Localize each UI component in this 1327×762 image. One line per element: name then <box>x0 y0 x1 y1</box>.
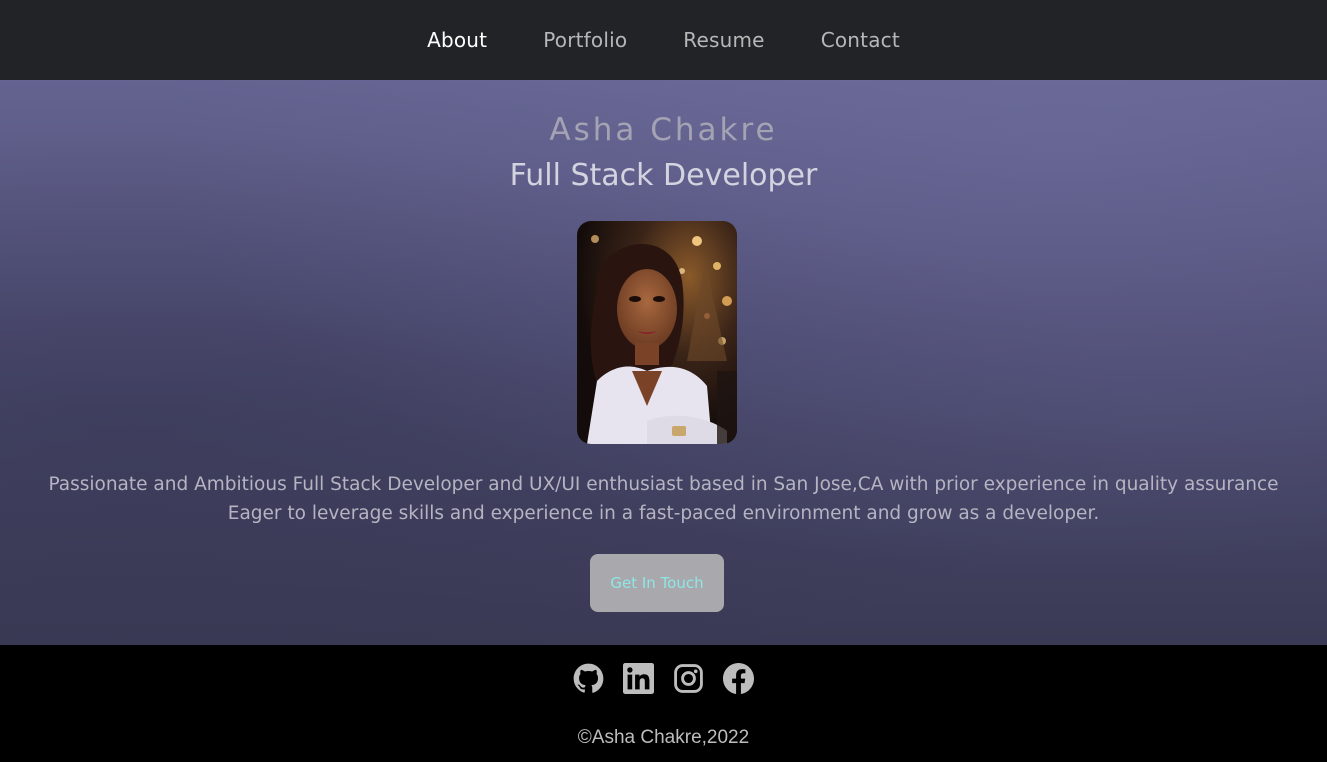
profile-photo-image <box>577 221 737 444</box>
linkedin-icon <box>623 663 654 694</box>
nav-contact-link[interactable]: Contact <box>821 28 900 52</box>
copyright-text: ©Asha Chakre,2022 <box>577 727 750 748</box>
nav-portfolio-link[interactable]: Portfolio <box>543 28 627 52</box>
facebook-link[interactable] <box>723 663 754 694</box>
hero-bio-line-1: Passionate and Ambitious Full Stack Deve… <box>48 474 1279 495</box>
hero-role: Full Stack Developer <box>509 158 818 193</box>
instagram-icon <box>674 664 703 693</box>
nav-about-link[interactable]: About <box>427 28 487 52</box>
top-navbar: About Portfolio Resume Contact <box>0 0 1327 80</box>
hero-bio-line-2: Eager to leverage skills and experience … <box>227 503 1100 524</box>
nav-resume-link[interactable]: Resume <box>683 28 764 52</box>
github-icon <box>573 663 604 693</box>
instagram-link[interactable] <box>673 663 704 694</box>
about-section: Asha Chakre Full Stack Developer Passion… <box>0 80 1327 645</box>
profile-photo <box>577 221 737 444</box>
github-link[interactable] <box>573 663 604 694</box>
social-links <box>0 663 1327 694</box>
facebook-icon <box>723 663 754 694</box>
footer: ©Asha Chakre,2022 <box>0 645 1327 762</box>
linkedin-link[interactable] <box>623 663 654 694</box>
hero-name: Asha Chakre <box>549 112 778 148</box>
hero-bio: Passionate and Ambitious Full Stack Deve… <box>0 470 1327 528</box>
get-in-touch-button[interactable]: Get In Touch <box>590 554 724 612</box>
